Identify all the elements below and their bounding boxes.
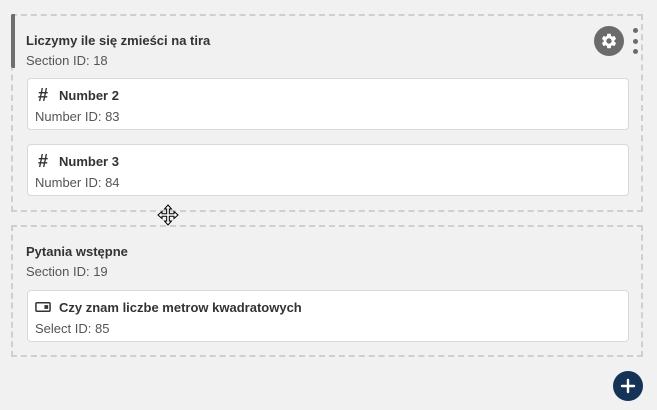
- field-card[interactable]: # Number 3 Number ID: 84: [27, 144, 629, 196]
- hash-icon: #: [37, 84, 48, 105]
- field-title: Czy znam liczbe metrow kwadratowych: [59, 300, 302, 315]
- field-title: Number 3: [59, 154, 119, 169]
- field-id-label: Number ID: 83: [35, 109, 120, 124]
- add-section-button[interactable]: [613, 371, 643, 401]
- hash-icon: #: [37, 150, 48, 171]
- kebab-dot: [632, 49, 638, 54]
- section-title: Pytania wstępne: [26, 244, 128, 259]
- select-icon: [35, 298, 51, 316]
- section-id-label: Section ID: 18: [26, 53, 108, 68]
- section-id-label: Section ID: 19: [26, 264, 108, 279]
- section-card[interactable]: Pytania wstępne Section ID: 19 Czy znam …: [11, 225, 643, 357]
- field-card[interactable]: # Number 2 Number ID: 83: [27, 78, 629, 130]
- kebab-dot: [632, 28, 638, 33]
- field-card[interactable]: Czy znam liczbe metrow kwadratowych Sele…: [27, 290, 629, 342]
- gear-icon: [601, 33, 617, 49]
- active-section-indicator: [11, 14, 15, 68]
- field-id-label: Number ID: 84: [35, 175, 120, 190]
- kebab-dot: [632, 38, 638, 44]
- section-card[interactable]: Liczymy ile się zmieści na tira Section …: [11, 14, 643, 212]
- plus-icon: [620, 378, 636, 394]
- section-title: Liczymy ile się zmieści na tira: [26, 33, 211, 48]
- section-settings-button[interactable]: [594, 26, 624, 56]
- field-id-label: Select ID: 85: [35, 321, 110, 336]
- field-title: Number 2: [59, 88, 119, 103]
- move-cursor-icon: [157, 204, 179, 226]
- kebab-menu-icon[interactable]: [631, 26, 639, 56]
